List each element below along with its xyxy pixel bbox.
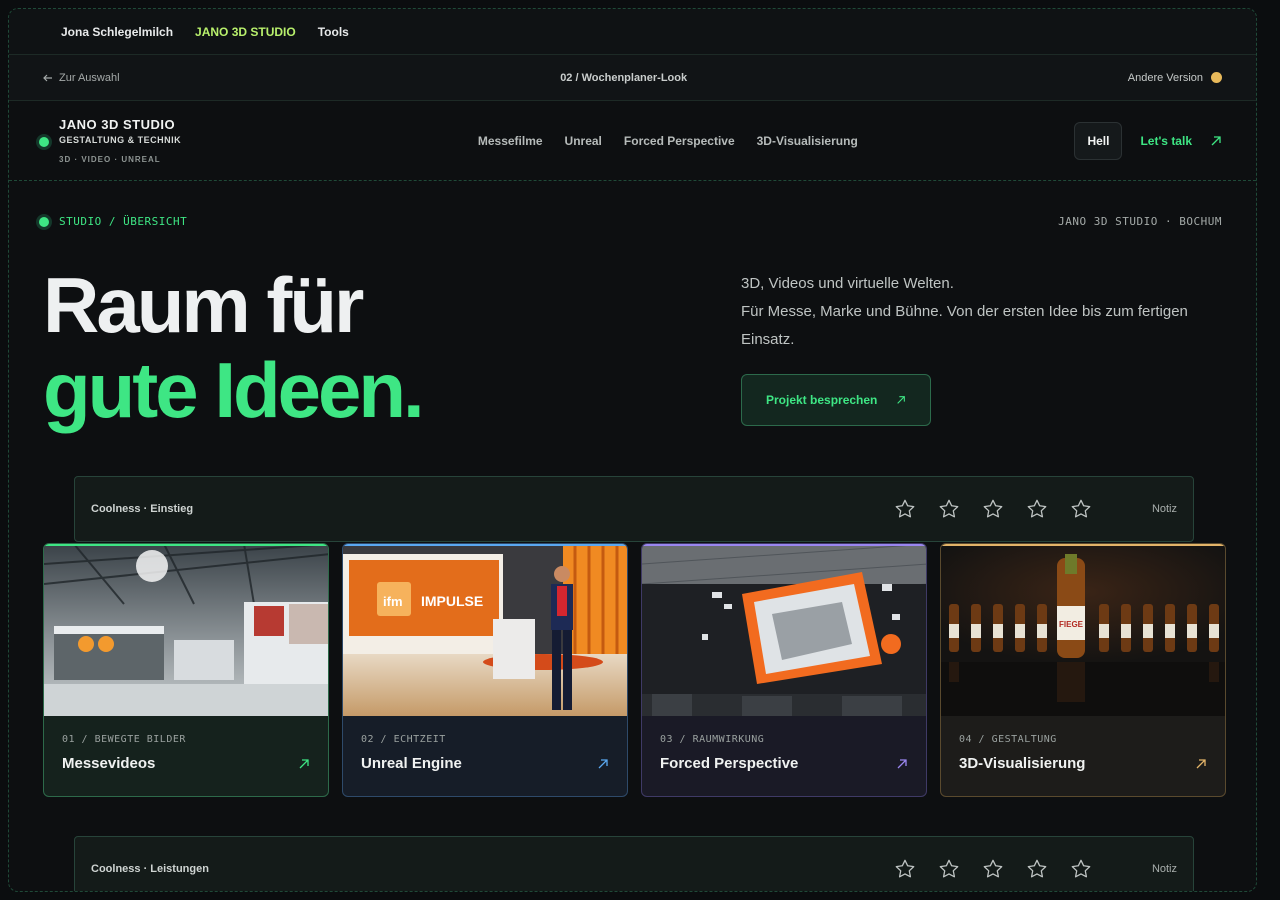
nav-item-messefilme[interactable]: Messefilme <box>478 134 543 148</box>
card-title-row: 3D-Visualisierung <box>959 755 1207 772</box>
status-dot-icon <box>39 216 49 227</box>
card-image-forced-perspective <box>642 544 926 716</box>
tools-bar-item-author[interactable]: Jona Schlegelmilch <box>61 25 173 39</box>
star-icon[interactable] <box>1070 498 1092 520</box>
beer-label-text: FIEGE <box>1059 620 1084 629</box>
star-icon[interactable] <box>938 498 960 520</box>
project-cta-label: Projekt besprechen <box>766 393 878 407</box>
arrow-left-icon <box>43 74 52 81</box>
hero-lead-line1: 3D, Videos und virtuelle Welten. <box>741 275 954 292</box>
nav-item-3d-visualisierung[interactable]: 3D-Visualisierung <box>757 134 858 148</box>
star-rating <box>894 498 1092 520</box>
card-kicker: 03 / RAUMWIRKUNG <box>660 734 765 745</box>
star-icon[interactable] <box>982 498 1004 520</box>
hero-lead: 3D, Videos und virtuelle Welten. Für Mes… <box>741 270 1201 354</box>
section-row: STUDIO / ÜBERSICHT JANO 3D STUDIO · BOCH… <box>9 215 1256 228</box>
hero-title-line1: Raum für <box>43 261 364 349</box>
card-image-messe <box>44 544 328 716</box>
status-dot-icon <box>39 137 49 147</box>
note-button[interactable]: Notiz <box>1152 503 1177 515</box>
card-kicker: 02 / ECHTZEIT <box>361 734 446 745</box>
card-title-row: Messevideos <box>62 755 310 772</box>
back-link-label: Zur Auswahl <box>59 71 120 84</box>
star-icon[interactable] <box>1026 858 1048 880</box>
hero: Raum für gute Ideen. 3D, Videos und virt… <box>9 228 1256 434</box>
card-title-row: Unreal Engine <box>361 755 609 772</box>
card-title: Forced Perspective <box>660 755 799 772</box>
rating-bar-einstieg: Coolness · Einstieg Notiz <box>74 476 1194 542</box>
nav-item-unreal[interactable]: Unreal <box>565 134 602 148</box>
arrow-up-right-icon <box>299 758 309 768</box>
rating-label: Coolness · Einstieg <box>91 503 194 515</box>
section-location: JANO 3D STUDIO · BOCHUM <box>1058 215 1222 228</box>
project-cta-button[interactable]: Projekt besprechen <box>741 374 931 426</box>
impulse-sign-text: IMPULSE <box>421 593 483 609</box>
card-unreal-engine[interactable]: ifm IMPULSE 02 / ECHTZEIT Unreal Engine <box>342 543 628 797</box>
section-label-text: STUDIO / ÜBERSICHT <box>59 215 188 228</box>
service-cards: 01 / BEWEGTE BILDER Messevideos ifm IMPU… <box>43 543 1226 797</box>
hero-title-line2: gute Ideen. <box>43 346 425 434</box>
card-meta: 03 / RAUMWIRKUNG Forced Perspective <box>642 716 926 772</box>
nav-item-forced-perspective[interactable]: Forced Perspective <box>624 134 735 148</box>
star-rating <box>894 858 1092 880</box>
brand-subtitle: GESTALTUNG & TECHNIK <box>59 135 182 145</box>
card-title: 3D-Visualisierung <box>959 755 1086 772</box>
theme-toggle-button[interactable]: Hell <box>1074 121 1123 160</box>
other-version-label: Andere Version <box>1127 71 1203 84</box>
star-icon[interactable] <box>982 858 1004 880</box>
note-button[interactable]: Notiz <box>1152 863 1177 875</box>
version-bar: Zur Auswahl 02 / Wochenplaner-Look Ander… <box>9 55 1256 101</box>
ifm-logo-text: ifm <box>383 594 403 609</box>
card-image-studio: ifm IMPULSE <box>343 544 627 716</box>
version-dot-icon <box>1211 72 1222 83</box>
brand-tags: 3D · VIDEO · UNREAL <box>59 155 161 164</box>
hero-lead-line2: Für Messe, Marke und Bühne. Von der erst… <box>741 303 1188 348</box>
card-meta: 02 / ECHTZEIT Unreal Engine <box>343 716 627 772</box>
other-version-button[interactable]: Andere Version <box>1128 72 1222 84</box>
card-3d-visualisierung[interactable]: FIEGE 04 / GESTALTUNG 3D-Visualisierung <box>940 543 1226 797</box>
card-forced-perspective[interactable]: 03 / RAUMWIRKUNG Forced Perspective <box>641 543 927 797</box>
arrow-up-right-icon <box>1211 135 1221 145</box>
arrow-up-right-icon <box>897 758 907 768</box>
card-title: Unreal Engine <box>361 755 462 772</box>
tools-bar-item-studio[interactable]: JANO 3D STUDIO <box>195 25 296 39</box>
card-meta: 04 / GESTALTUNG 3D-Visualisierung <box>941 716 1225 772</box>
main-nav: Messefilme Unreal Forced Perspective 3D-… <box>478 134 858 148</box>
version-title: 02 / Wochenplaner-Look <box>560 71 688 84</box>
lets-talk-label: Let's talk <box>1140 133 1192 148</box>
rating-label: Coolness · Leistungen <box>91 863 209 875</box>
star-icon[interactable] <box>1026 498 1048 520</box>
brand-name: JANO 3D STUDIO <box>59 117 176 132</box>
brand-logo[interactable]: JANO 3D STUDIO GESTALTUNG & TECHNIK 3D ·… <box>39 117 181 164</box>
arrow-up-right-icon <box>1196 758 1206 768</box>
app-frame: Jona Schlegelmilch JANO 3D STUDIO Tools … <box>8 8 1257 892</box>
card-title: Messevideos <box>62 755 156 772</box>
tools-bar: Jona Schlegelmilch JANO 3D STUDIO Tools <box>9 9 1256 55</box>
card-image-bottles: FIEGE <box>941 544 1225 716</box>
star-icon[interactable] <box>1070 858 1092 880</box>
card-meta: 01 / BEWEGTE BILDER Messevideos <box>44 716 328 772</box>
header-actions: Hell Let's talk <box>1074 121 1222 160</box>
site-header: JANO 3D STUDIO GESTALTUNG & TECHNIK 3D ·… <box>9 101 1256 181</box>
star-icon[interactable] <box>938 858 960 880</box>
card-title-row: Forced Perspective <box>660 755 908 772</box>
lets-talk-link[interactable]: Let's talk <box>1140 134 1222 148</box>
card-messevideos[interactable]: 01 / BEWEGTE BILDER Messevideos <box>43 543 329 797</box>
arrow-up-right-icon <box>598 758 608 768</box>
card-kicker: 01 / BEWEGTE BILDER <box>62 734 186 745</box>
star-icon[interactable] <box>894 858 916 880</box>
tools-bar-item-tools[interactable]: Tools <box>318 25 349 39</box>
back-link[interactable]: Zur Auswahl <box>43 72 120 84</box>
star-icon[interactable] <box>894 498 916 520</box>
arrow-up-right-icon <box>897 396 905 404</box>
rating-bar-leistungen: Coolness · Leistungen Notiz <box>74 836 1194 891</box>
section-label: STUDIO / ÜBERSICHT <box>39 215 187 228</box>
card-kicker: 04 / GESTALTUNG <box>959 734 1057 745</box>
